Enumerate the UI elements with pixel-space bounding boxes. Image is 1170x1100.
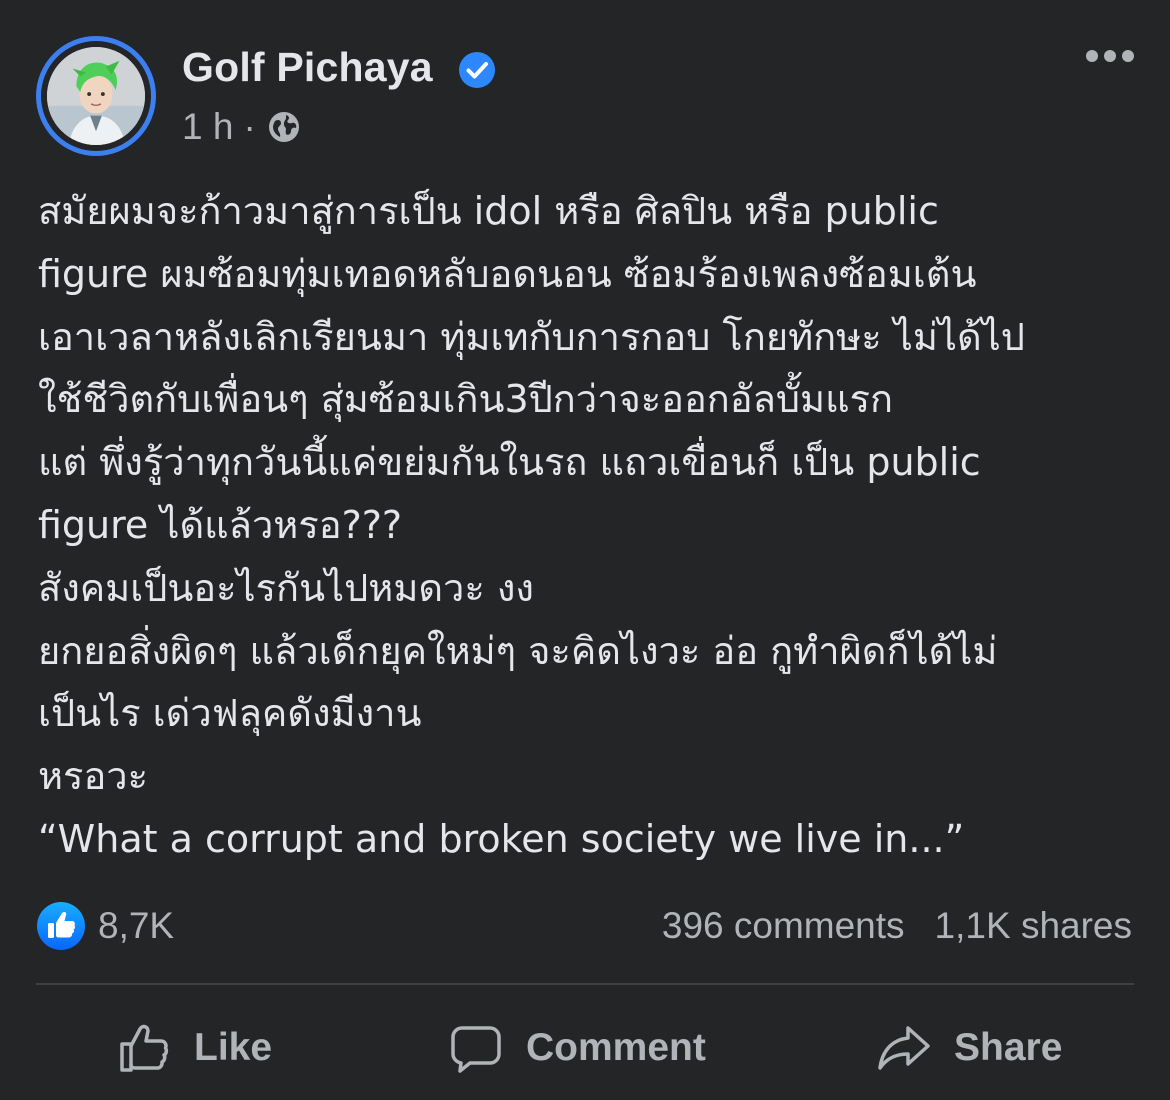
share-arrow-icon <box>878 1026 930 1070</box>
meta-separator: · <box>243 106 256 147</box>
thumbs-up-icon <box>120 1024 169 1072</box>
comment-button-label: Comment <box>526 1026 706 1069</box>
comments-count-link[interactable]: 396 comments <box>662 905 905 947</box>
author-name[interactable]: Golf Pichaya <box>182 42 433 92</box>
post-body-text: สมัยผมจะก้าวมาสู่การเป็น idol หรือ ศิลปิ… <box>38 189 1025 861</box>
like-button-label: Like <box>194 1026 273 1069</box>
post-meta: 1 h · <box>182 104 302 150</box>
like-button[interactable]: Like <box>116 1018 272 1078</box>
divider <box>36 983 1134 985</box>
avatar-photo <box>47 47 145 145</box>
verified-badge-icon <box>459 52 495 88</box>
author-avatar-story-ring[interactable] <box>36 36 156 156</box>
comment-button[interactable]: Comment <box>448 1018 706 1078</box>
facebook-post: Golf Pichaya 1 h · สมัยผมจะก้าวมาสู่การเ… <box>0 0 1170 1100</box>
share-button-label: Share <box>954 1026 1063 1069</box>
reactions-summary[interactable]: 8,7K <box>36 900 174 952</box>
share-button[interactable]: Share <box>876 1018 1062 1078</box>
like-reaction-icon <box>37 902 85 950</box>
post-timestamp[interactable]: 1 h <box>182 106 233 148</box>
reaction-count: 8,7K <box>98 905 175 946</box>
more-options-icon[interactable] <box>1084 44 1136 68</box>
comment-bubble-icon <box>451 1026 501 1073</box>
globe-icon[interactable] <box>266 109 302 145</box>
shares-count-link[interactable]: 1,1K shares <box>935 905 1132 947</box>
engagement-stats: 396 comments 1,1K shares <box>662 900 1132 952</box>
avatar[interactable] <box>47 47 145 145</box>
